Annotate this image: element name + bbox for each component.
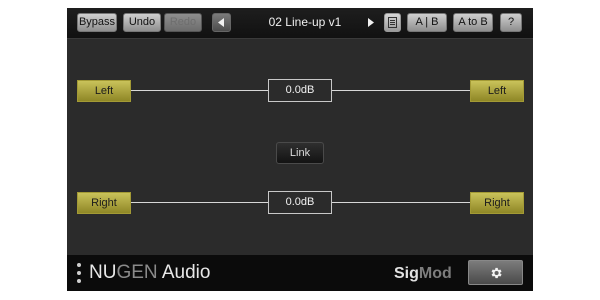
right-channel-line: [332, 202, 470, 203]
a-to-b-button[interactable]: A to B: [453, 13, 493, 32]
triangle-left-icon: [218, 18, 224, 27]
left-channel-line: [332, 90, 470, 91]
sigmod-logo: SigMod: [394, 264, 452, 284]
triangle-right-icon: [368, 18, 374, 27]
right-channel-line: [131, 202, 268, 203]
product-mod: Mod: [418, 265, 452, 282]
help-button[interactable]: ?: [500, 13, 522, 32]
footer: NUGEN Audio SigMod: [67, 255, 533, 291]
brand-audio: Audio: [157, 262, 211, 283]
preset-name[interactable]: 02 Line-up v1: [235, 13, 375, 32]
sigmod-plugin-window: Bypass Undo Redo 02 Line-up v1 A | B A t…: [67, 8, 533, 291]
settings-button[interactable]: [468, 260, 523, 285]
bypass-button[interactable]: Bypass: [77, 13, 117, 32]
right-channel-button-right[interactable]: Right: [470, 192, 524, 214]
ab-compare-button[interactable]: A | B: [407, 13, 447, 32]
preset-menu-button[interactable]: [384, 13, 401, 32]
undo-button[interactable]: Undo: [123, 13, 161, 32]
channel-panel: Left 0.0dB Left Link Right 0.0dB Right: [67, 39, 533, 255]
left-channel-button[interactable]: Left: [77, 80, 131, 102]
product-sig: Sig: [394, 265, 419, 282]
right-gain-field[interactable]: 0.0dB: [268, 191, 332, 214]
menu-dots-icon[interactable]: [77, 263, 81, 283]
gear-icon: [491, 267, 502, 279]
link-button[interactable]: Link: [276, 142, 324, 164]
right-channel-button[interactable]: Right: [77, 192, 131, 214]
brand-nu: NU: [89, 262, 117, 283]
redo-button[interactable]: Redo: [164, 13, 202, 32]
next-preset-button[interactable]: [361, 13, 380, 32]
list-icon: [388, 17, 397, 28]
previous-preset-button[interactable]: [212, 13, 231, 32]
left-gain-field[interactable]: 0.0dB: [268, 79, 332, 102]
nugen-audio-logo: NUGEN Audio: [89, 262, 210, 284]
brand-gen: GEN: [116, 262, 158, 283]
left-channel-line: [131, 90, 268, 91]
left-channel-button-right[interactable]: Left: [470, 80, 524, 102]
toolbar: Bypass Undo Redo 02 Line-up v1 A | B A t…: [67, 8, 533, 39]
